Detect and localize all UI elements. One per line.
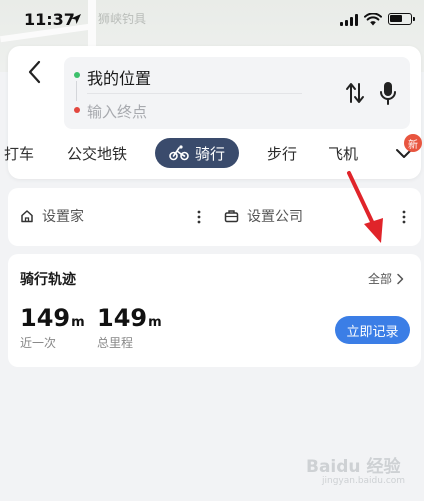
stat-recent-value: 149: [20, 304, 71, 332]
route-divider: [87, 93, 302, 94]
back-arrow-icon[interactable]: [22, 58, 48, 86]
transport-mode-tabs: 打车 公交地铁 骑行 步行 飞机 新: [4, 134, 422, 172]
stat-recent-unit: m: [71, 315, 85, 330]
stat-recent: 149m 近一次: [20, 304, 85, 351]
stat-total-label: 总里程: [97, 336, 134, 350]
company-more-icon[interactable]: [400, 208, 408, 226]
route-connector: [76, 81, 77, 101]
battery-level: [390, 15, 402, 22]
tab-cycling[interactable]: 骑行: [155, 138, 239, 168]
destination-input[interactable]: [87, 100, 287, 124]
swap-route-icon[interactable]: [344, 81, 366, 105]
home-icon: [21, 210, 33, 223]
track-title: 骑行轨迹: [20, 272, 76, 288]
new-badge: 新: [404, 134, 422, 152]
tab-taxi[interactable]: 打车: [4, 143, 34, 164]
set-home-label: 设置家: [42, 209, 84, 225]
stat-recent-label: 近一次: [20, 336, 57, 350]
briefcase-icon: [224, 210, 239, 223]
set-company-button[interactable]: 设置公司: [224, 206, 303, 226]
start-location-field[interactable]: 我的位置: [87, 65, 151, 89]
status-bar: 11:37: [0, 0, 424, 40]
tab-cycling-label: 骑行: [194, 144, 225, 163]
route-card: 我的位置 打车 公交地铁 骑行 步行 飞机 新: [4, 46, 422, 179]
record-now-button[interactable]: 立即记录: [335, 316, 410, 344]
cellular-signal-icon: [340, 14, 358, 26]
set-company-label: 设置公司: [247, 209, 303, 225]
tab-transit[interactable]: 公交地铁: [67, 143, 127, 164]
bicycle-icon: [169, 145, 189, 161]
baidu-watermark-url: jingyan.baidu.com: [322, 476, 406, 486]
stat-total-unit: m: [148, 315, 162, 330]
microphone-icon[interactable]: [378, 80, 398, 106]
chevron-right-icon: [397, 273, 404, 284]
battery-icon: [388, 13, 415, 25]
view-all-label: 全部: [368, 272, 393, 286]
location-arrow-icon: [71, 14, 81, 24]
start-dot-icon: [74, 72, 80, 78]
home-more-icon[interactable]: [195, 208, 203, 226]
view-all-link[interactable]: 全部: [368, 270, 404, 287]
baidu-watermark: Baidu 经验: [306, 457, 401, 477]
cycling-track-card: 骑行轨迹 全部 149m 近一次 149m 总里程 立即记录: [8, 254, 421, 367]
status-time: 11:37: [24, 10, 75, 29]
set-home-button[interactable]: 设置家: [20, 206, 84, 226]
tab-walking[interactable]: 步行: [267, 143, 297, 164]
end-dot-icon: [74, 107, 80, 113]
tab-flight[interactable]: 飞机: [328, 143, 358, 164]
wifi-icon: [364, 13, 382, 26]
stat-total: 149m 总里程: [97, 304, 162, 351]
stat-total-value: 149: [97, 304, 148, 332]
route-input-box: 我的位置: [64, 57, 410, 129]
annotation-arrow-icon: [347, 171, 383, 243]
